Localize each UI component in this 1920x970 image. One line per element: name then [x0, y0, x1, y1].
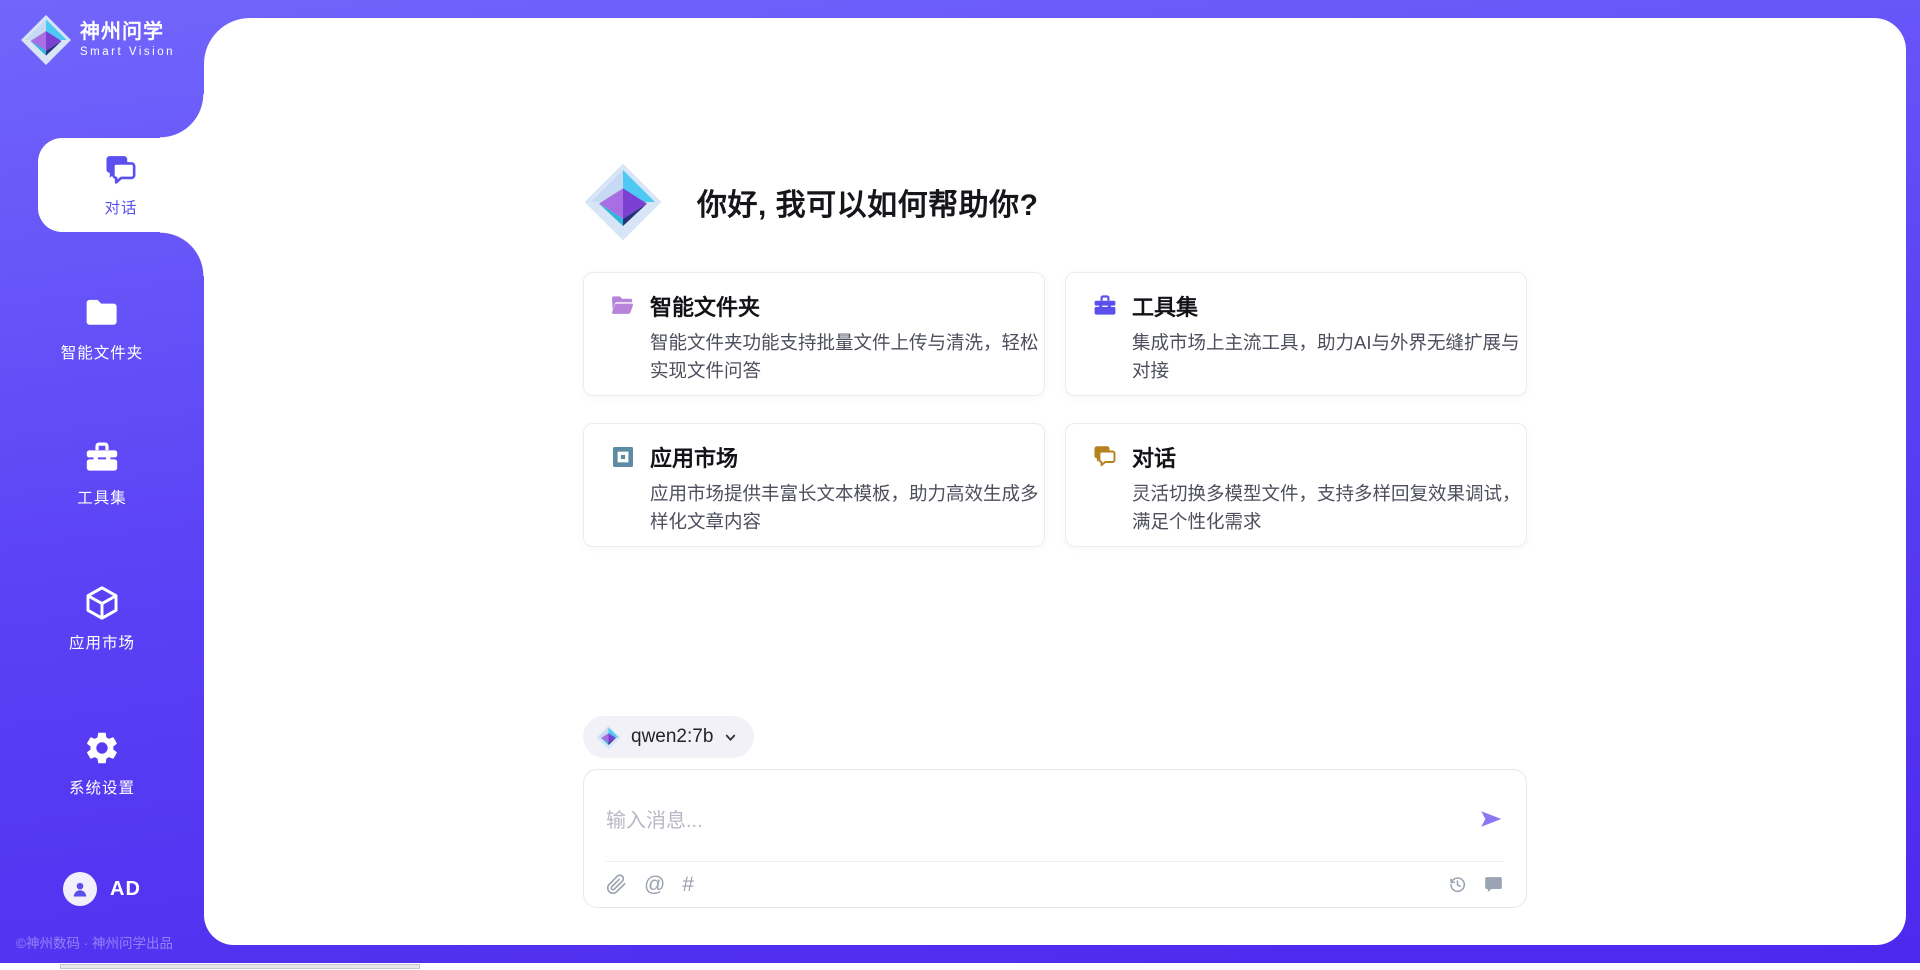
card-title: 工具集 — [1132, 290, 1198, 322]
avatar — [63, 872, 97, 906]
brand-logo: 神州问学 Smart Vision — [20, 14, 175, 66]
sidebar: 神州问学 Smart Vision 对话 智能文件夹 工具集 应用市场 系统设置 — [0, 0, 204, 970]
card-description: 应用市场提供丰富长文本模板，助力高效生成多样化文章内容 — [650, 480, 1040, 536]
person-icon — [70, 879, 90, 899]
sidebar-item-label: 工具集 — [77, 486, 127, 508]
main-panel: 你好, 我可以如何帮助你? 智能文件夹 智能文件夹功能支持批量文件上传与清洗，轻… — [204, 18, 1906, 945]
card-title: 智能文件夹 — [650, 290, 760, 322]
copyright-text: ©神州数码 · 神州问学出品 — [16, 932, 173, 952]
message-input[interactable]: 输入消息... — [606, 804, 1478, 833]
sidebar-item-settings[interactable]: 系统设置 — [0, 729, 204, 798]
send-icon[interactable] — [1478, 806, 1504, 832]
sidebar-item-chat[interactable]: 对话 — [38, 138, 204, 232]
sidebar-item-label: 应用市场 — [69, 631, 135, 653]
paperclip-icon[interactable] — [606, 874, 627, 895]
sidebar-item-label: 对话 — [104, 196, 137, 218]
scrollbar-thumb[interactable] — [60, 964, 420, 969]
card-toolset[interactable]: 工具集 集成市场上主流工具，助力AI与外界无缝扩展与对接 — [1065, 272, 1527, 396]
at-sign-icon[interactable]: @ — [644, 874, 665, 895]
chat-square-icon[interactable] — [1483, 874, 1504, 895]
sidebar-item-app-market[interactable]: 应用市场 — [0, 584, 204, 653]
history-icon[interactable] — [1447, 874, 1468, 895]
hash-icon[interactable]: # — [682, 874, 694, 895]
card-title: 应用市场 — [650, 441, 738, 473]
user-account[interactable]: AD — [0, 872, 204, 906]
sidebar-item-toolset[interactable]: 工具集 — [0, 439, 204, 508]
card-smart-folder[interactable]: 智能文件夹 智能文件夹功能支持批量文件上传与清洗，轻松实现文件问答 — [583, 272, 1045, 396]
folder-icon — [83, 294, 121, 332]
card-description: 集成市场上主流工具，助力AI与外界无缝扩展与对接 — [1132, 329, 1522, 385]
card-app-market[interactable]: 应用市场 应用市场提供丰富长文本模板，助力高效生成多样化文章内容 — [583, 423, 1045, 547]
brand-title: 神州问学 — [80, 21, 175, 44]
folder-open-icon — [610, 293, 636, 319]
toolbox-icon — [83, 439, 121, 477]
card-title: 对话 — [1132, 441, 1176, 473]
diamond-logo-icon — [20, 14, 72, 66]
toolbox-icon — [1092, 293, 1118, 319]
chat-bubbles-icon — [103, 153, 139, 189]
composer: qwen2:7b 输入消息... @ # — [583, 716, 1527, 908]
diamond-logo-icon — [596, 725, 621, 750]
brand-subtitle: Smart Vision — [80, 46, 175, 59]
card-description: 灵活切换多模型文件，支持多样回复效果调试，满足个性化需求 — [1132, 480, 1522, 536]
card-chat[interactable]: 对话 灵活切换多模型文件，支持多样回复效果调试，满足个性化需求 — [1065, 423, 1527, 547]
chevron-down-icon — [723, 730, 738, 745]
model-name: qwen2:7b — [631, 726, 713, 748]
sidebar-item-label: 智能文件夹 — [61, 341, 144, 363]
sidebar-item-label: 系统设置 — [69, 776, 135, 798]
chat-bubbles-icon — [1092, 444, 1118, 470]
greeting-title: 你好, 我可以如何帮助你? — [697, 180, 1039, 224]
composer-toolbar: @ # — [606, 862, 1504, 895]
sidebar-item-smart-folder[interactable]: 智能文件夹 — [0, 294, 204, 363]
greeting-block: 你好, 我可以如何帮助你? — [583, 162, 1527, 242]
model-selector[interactable]: qwen2:7b — [583, 716, 754, 758]
horizontal-scrollbar[interactable] — [0, 963, 1920, 970]
gear-icon — [83, 729, 121, 767]
message-input-card: 输入消息... @ # — [583, 769, 1527, 908]
feature-cards: 智能文件夹 智能文件夹功能支持批量文件上传与清洗，轻松实现文件问答 工具集 集成… — [583, 272, 1527, 547]
cube-icon — [83, 584, 121, 622]
user-initials: AD — [110, 878, 141, 901]
app-grid-icon — [610, 444, 636, 470]
diamond-logo-icon — [583, 162, 663, 242]
app-window: 神州问学 Smart Vision 对话 智能文件夹 工具集 应用市场 系统设置 — [0, 0, 1920, 970]
card-description: 智能文件夹功能支持批量文件上传与清洗，轻松实现文件问答 — [650, 329, 1040, 385]
